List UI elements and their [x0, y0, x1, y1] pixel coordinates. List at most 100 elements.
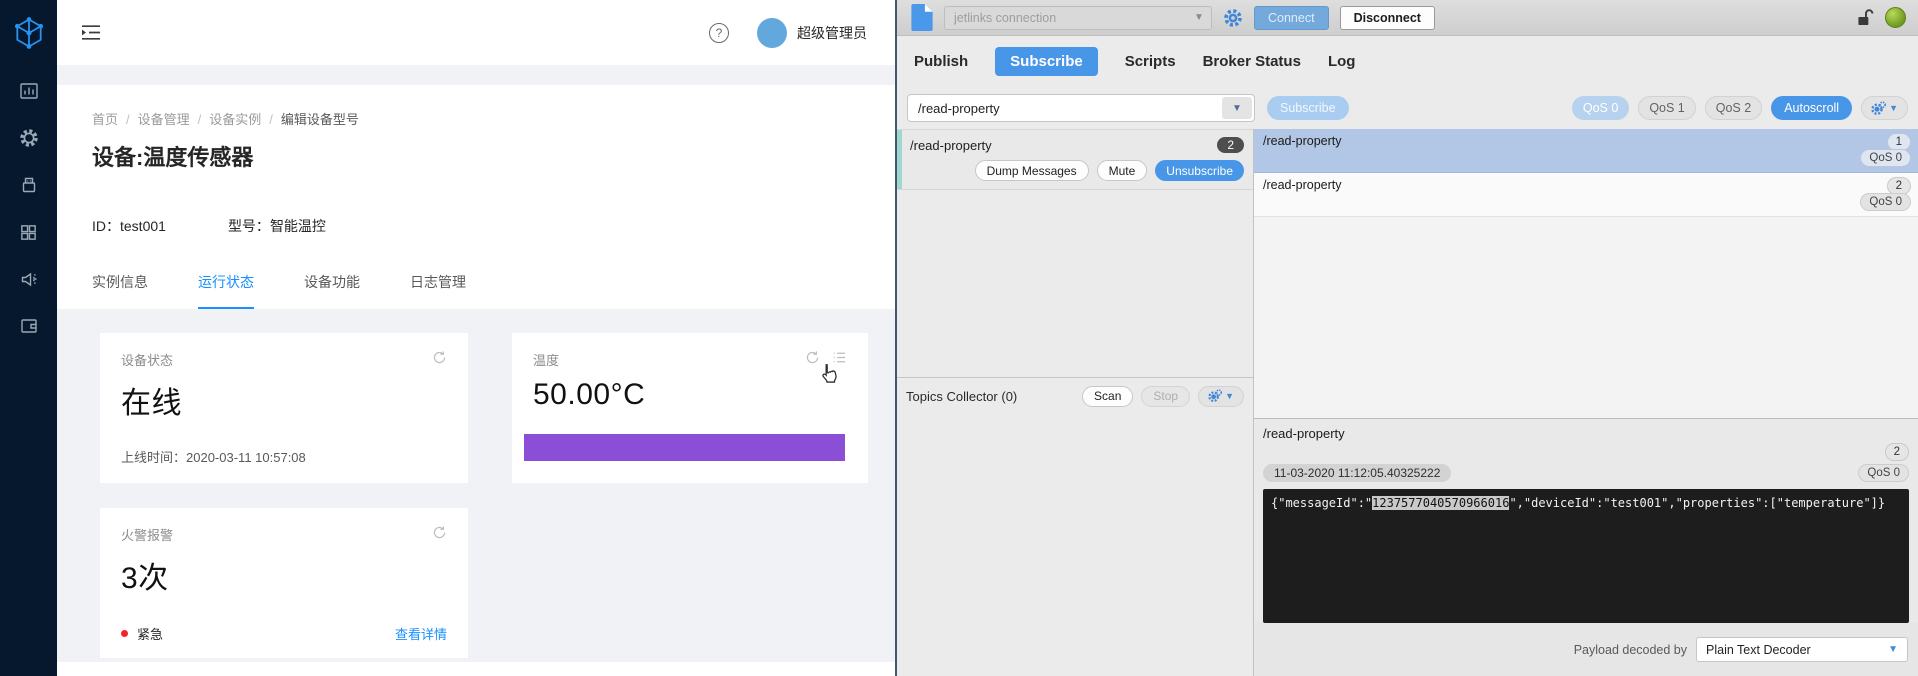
refresh-icon[interactable]	[432, 350, 447, 365]
connection-settings-gear-icon[interactable]	[1223, 8, 1243, 28]
unlocked-padlock-icon	[1857, 8, 1874, 27]
qos-options: QoS 0 QoS 1 QoS 2 Autoscroll ▼	[1572, 96, 1908, 120]
mqtt-tabs: Publish Subscribe Scripts Broker Status …	[897, 36, 1918, 87]
fire-alarm-value: 3次	[121, 553, 447, 597]
breadcrumb-device-instance[interactable]: 设备实例	[209, 112, 261, 127]
sidebar-item-devices[interactable]	[18, 174, 40, 196]
menu-fold-icon	[81, 24, 101, 41]
device-meta-row: ID：test001 型号：智能温控	[92, 216, 859, 236]
tab-device-functions[interactable]: 设备功能	[304, 272, 360, 309]
tab-scripts[interactable]: Scripts	[1125, 53, 1176, 70]
refresh-icon[interactable]	[805, 350, 820, 365]
payload-decoder-value: Plain Text Decoder	[1706, 643, 1811, 657]
message-row[interactable]: /read-property 1 QoS 0	[1254, 129, 1918, 173]
sidebar	[0, 0, 57, 676]
message-qos-tag: QoS 0	[1860, 149, 1911, 167]
tab-log-management[interactable]: 日志管理	[410, 272, 466, 309]
sidebar-item-records[interactable]	[18, 315, 40, 337]
payload-text: ","deviceId":"test001","properties":["te…	[1509, 496, 1885, 510]
topics-collector-settings-button[interactable]: ▼	[1198, 386, 1244, 407]
list-icon[interactable]	[832, 350, 847, 365]
topic-input-value: /read-property	[908, 101, 1222, 116]
wallet-icon	[19, 316, 39, 336]
subscribe-button[interactable]: Subscribe	[1267, 96, 1349, 120]
unsubscribe-button[interactable]: Unsubscribe	[1155, 160, 1244, 181]
gear-icon	[19, 128, 39, 148]
device-model: 型号：智能温控	[228, 216, 326, 236]
qos2-toggle[interactable]: QoS 2	[1705, 96, 1762, 120]
detail-index-badge: 2	[1885, 443, 1909, 461]
card-title: 火警报警	[121, 525, 432, 544]
subscriptions-column: /read-property 2 Dump Messages Mute Unsu…	[897, 129, 1254, 676]
payload-selected-text: 1237577040570966016	[1372, 496, 1509, 510]
chevron-down-icon[interactable]: ▼	[1222, 97, 1252, 119]
detail-topic: /read-property	[1263, 426, 1909, 441]
gears-icon	[1871, 101, 1886, 116]
tab-running-status[interactable]: 运行状态	[198, 272, 254, 309]
profile-document-icon[interactable]	[911, 4, 933, 31]
tab-subscribe[interactable]: Subscribe	[995, 47, 1098, 76]
urgent-dot-icon	[121, 630, 128, 637]
refresh-icon[interactable]	[432, 525, 447, 540]
sidebar-item-statistics[interactable]	[18, 80, 40, 102]
connect-button[interactable]: Connect	[1254, 6, 1329, 30]
menu-collapse-button[interactable]	[81, 24, 101, 41]
connection-status-light	[1885, 7, 1906, 28]
online-time: 上线时间：2020-03-11 10:57:08	[121, 447, 447, 466]
sidebar-item-settings[interactable]	[18, 127, 40, 149]
page-title: 设备:温度传感器	[92, 140, 859, 172]
cube-logo-icon	[11, 15, 47, 51]
help-icon[interactable]: ?	[709, 23, 729, 43]
stop-button[interactable]: Stop	[1141, 386, 1190, 407]
subscription-item[interactable]: /read-property 2 Dump Messages Mute Unsu…	[897, 129, 1253, 190]
breadcrumb-device-management[interactable]: 设备管理	[138, 112, 190, 127]
tab-broker-status[interactable]: Broker Status	[1203, 53, 1301, 70]
message-row[interactable]: /read-property 2 QoS 0	[1254, 173, 1918, 217]
payload-decoder-select[interactable]: Plain Text Decoder ▼	[1696, 637, 1908, 662]
app-header: ? 超级管理员	[57, 0, 895, 65]
detail-timestamp: 11-03-2020 11:12:05.40325222	[1263, 464, 1451, 482]
disconnect-button[interactable]: Disconnect	[1340, 6, 1435, 30]
topic-input[interactable]: /read-property ▼	[907, 94, 1255, 122]
qos1-toggle[interactable]: QoS 1	[1638, 96, 1695, 120]
message-topic: /read-property	[1263, 178, 1910, 192]
bottom-strip	[57, 662, 895, 676]
decoder-footer: Payload decoded by Plain Text Decoder ▼	[1254, 623, 1918, 676]
qos0-toggle[interactable]: QoS 0	[1572, 96, 1629, 120]
subscribe-pane: /read-property ▼ Subscribe QoS 0 QoS 1 Q…	[897, 87, 1918, 676]
chevron-down-icon: ▼	[1889, 103, 1898, 113]
mqtt-client-window: jetlinks connection ▼ Connect Disconnect…	[895, 0, 1918, 676]
current-user-name: 超级管理员	[797, 23, 867, 43]
avatar[interactable]	[757, 18, 787, 48]
payload-viewer[interactable]: {"messageId":"1237577040570966016","devi…	[1263, 489, 1909, 623]
tab-log[interactable]: Log	[1328, 53, 1356, 70]
connection-profile-select[interactable]: jetlinks connection ▼	[944, 6, 1212, 30]
payload-text: {"messageId":"	[1271, 496, 1372, 510]
sidebar-item-apps[interactable]	[18, 221, 40, 243]
view-details-link[interactable]: 查看详情	[395, 624, 447, 643]
page-body: 首页/设备管理/设备实例/编辑设备型号 设备:温度传感器 ID：test001 …	[57, 65, 895, 676]
jetlinks-app: ? 超级管理员 首页/设备管理/设备实例/编辑设备型号 设备:温度传感器 ID：…	[0, 0, 895, 676]
autoscroll-toggle[interactable]: Autoscroll	[1771, 96, 1852, 120]
jetlinks-logo[interactable]	[0, 0, 57, 66]
card-title: 设备状态	[121, 350, 432, 369]
chevron-down-icon: ▼	[1187, 12, 1211, 23]
alarm-severity: 紧急	[137, 624, 395, 643]
message-list: /read-property 1 QoS 0 /read-property 2 …	[1254, 129, 1918, 418]
mqtt-toolbar: jetlinks connection ▼ Connect Disconnect	[897, 0, 1918, 36]
tab-instance-info[interactable]: 实例信息	[92, 272, 148, 309]
breadcrumb-current: 编辑设备型号	[281, 112, 359, 127]
chevron-down-icon: ▼	[1225, 391, 1234, 401]
device-status-card: 设备状态 在线 上线时间：2020-03-11 10	[100, 333, 468, 483]
temperature-card: 温度	[512, 333, 868, 483]
card-title: 温度	[533, 350, 805, 369]
dump-messages-button[interactable]: Dump Messages	[975, 160, 1089, 181]
breadcrumb-home[interactable]: 首页	[92, 112, 118, 127]
sidebar-item-notifications[interactable]	[18, 268, 40, 290]
mute-button[interactable]: Mute	[1097, 160, 1148, 181]
message-detail-pane: /read-property 11-03-2020 11:12:05.40325…	[1254, 418, 1918, 623]
scan-button[interactable]: Scan	[1082, 386, 1133, 407]
subscribe-settings-button[interactable]: ▼	[1861, 96, 1908, 120]
topics-collector-title: Topics Collector (0)	[906, 389, 1074, 404]
tab-publish[interactable]: Publish	[914, 53, 968, 70]
